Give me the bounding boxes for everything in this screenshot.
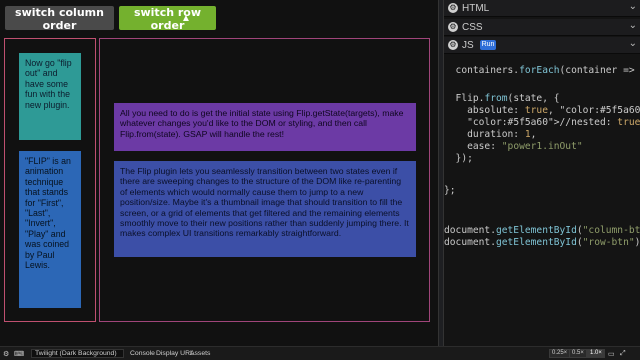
flip-definition-box: "FLIP" is an animation technique that st… [19, 151, 81, 308]
code-line: ease: "power1.inOut" [444, 141, 583, 152]
code-line: }; [444, 185, 456, 196]
display-url-button[interactable]: Display URL [156, 350, 194, 357]
code-line: document.getElementById("column-btn [444, 225, 640, 236]
zoom-05-button[interactable]: 0.5× [569, 349, 587, 358]
html-panel-header[interactable]: ⚙ HTML ⌄ [444, 0, 640, 17]
code-line: "color:#5f5a60">//nested: true, [467, 117, 640, 128]
settings-icon[interactable]: ⚙ [3, 350, 9, 358]
footer-bar: ⚙ ⌨ Twilight (Dark Background) Console D… [0, 346, 640, 360]
layout-icon[interactable]: ▭ [608, 350, 614, 358]
html-panel-label: HTML [462, 3, 490, 14]
theme-select-label: Twilight (Dark Background) [35, 350, 117, 357]
css-panel-header[interactable]: ⚙ CSS ⌄ [444, 19, 640, 36]
left-column-container: Now go "flip out" and have some fun with… [4, 38, 96, 322]
assets-button[interactable]: Assets [190, 350, 210, 357]
switch-column-order-button[interactable]: switch column order [5, 6, 114, 32]
zoom-025-button[interactable]: 0.25× [549, 349, 571, 358]
code-line: duration: 1, [444, 129, 537, 140]
fullscreen-icon[interactable]: ⤢ [620, 350, 625, 358]
js-panel-header[interactable]: ⚙ JS Run ⌄ [444, 37, 640, 54]
code-line: Flip.from(state, { [444, 93, 560, 104]
gear-icon[interactable]: ⚙ [448, 22, 458, 32]
chevron-down-icon[interactable]: ⌄ [629, 1, 637, 12]
code-line: document.getElementById("row-btn"). [444, 237, 640, 248]
gear-icon[interactable]: ⚙ [448, 3, 458, 13]
switch-row-order-button[interactable]: switch row order [119, 6, 216, 32]
code-line: absolute: true, "color:#5f5a60">// flips… [444, 105, 640, 116]
zoom-10-button[interactable]: 1.0× [587, 349, 605, 358]
chevron-down-icon[interactable]: ⌄ [629, 20, 637, 31]
code-line: }); [444, 153, 473, 164]
mouse-cursor-icon: ▲ [181, 13, 191, 24]
chevron-down-icon[interactable]: ⌄ [629, 38, 637, 49]
console-button[interactable]: Console [130, 350, 155, 357]
js-panel-label: JS [462, 40, 474, 51]
gear-icon[interactable]: ⚙ [448, 40, 458, 50]
css-panel-label: CSS [462, 22, 483, 33]
code-editor-pane: ⚙ HTML ⌄ ⚙ CSS ⌄ ⚙ JS Run ⌄ containers.f… [444, 0, 640, 346]
right-column-container: All you need to do is get the initial st… [99, 38, 430, 322]
run-button[interactable]: Run [480, 40, 496, 50]
js-code-area[interactable]: containers.forEach(container => co Flip.… [444, 55, 640, 346]
flip-plugin-description-box: The Flip plugin lets you seamlessly tran… [114, 161, 416, 257]
theme-select[interactable]: Twilight (Dark Background) [31, 349, 124, 358]
preview-pane: switch column order switch row order ▲ N… [0, 0, 438, 346]
keyboard-icon[interactable]: ⌨ [14, 350, 24, 358]
flip-out-box: Now go "flip out" and have some fun with… [19, 53, 81, 140]
getstate-instructions-box: All you need to do is get the initial st… [114, 103, 416, 151]
code-line: containers.forEach(container => co [444, 65, 635, 76]
